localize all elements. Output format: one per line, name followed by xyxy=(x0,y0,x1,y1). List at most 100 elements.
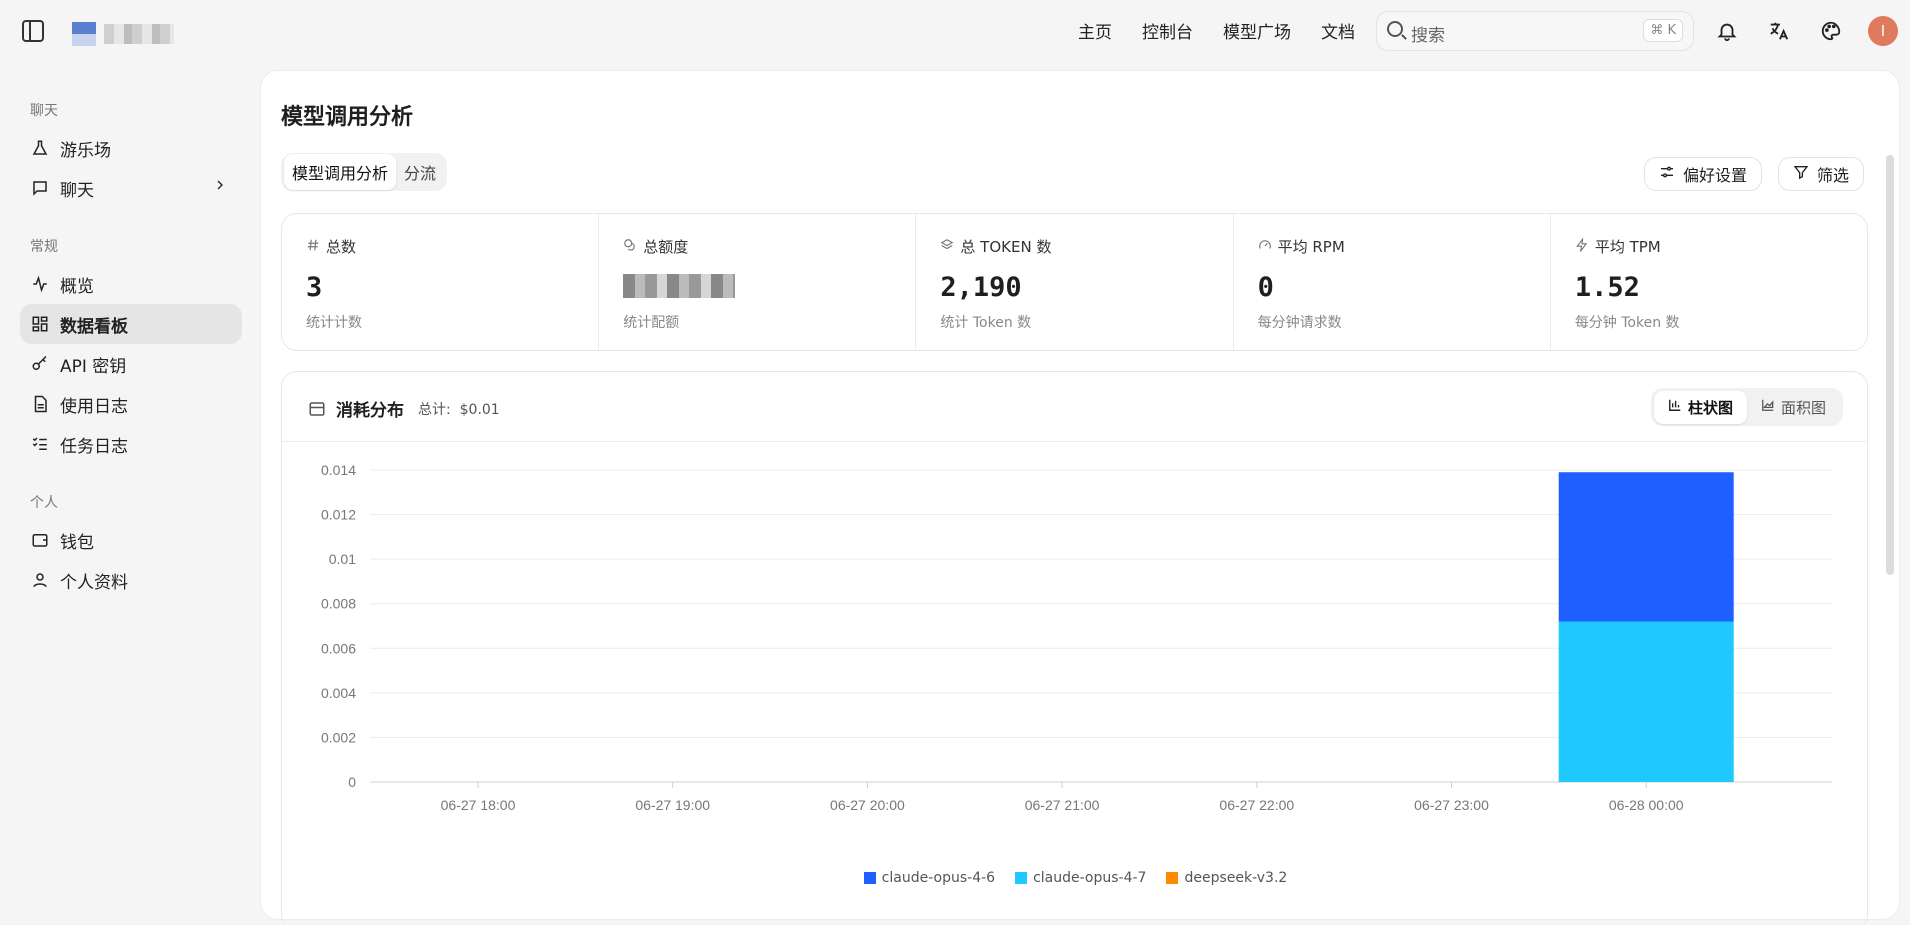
sidebar-item-label: 游乐场 xyxy=(60,140,111,161)
search-placeholder: 搜索 xyxy=(1411,26,1445,46)
sidebar-toggle-icon[interactable] xyxy=(22,20,44,42)
area-chart-label: 面积图 xyxy=(1780,398,1826,417)
legend-label: claude-opus-4-7 xyxy=(1033,870,1147,886)
nav-models[interactable]: 模型广场 xyxy=(1223,18,1291,43)
sidebar-item-api-keys[interactable]: API 密钥 xyxy=(20,344,242,384)
sidebar-item-label: 使用日志 xyxy=(60,396,128,417)
wallet-icon xyxy=(308,400,326,423)
preferences-label: 偏好设置 xyxy=(1683,166,1748,185)
wallet-icon xyxy=(30,530,50,550)
view-tabs: 模型调用分析 分流 xyxy=(281,153,448,191)
search-input[interactable]: 搜索 ⌘ K xyxy=(1376,11,1694,51)
filter-label: 筛选 xyxy=(1817,166,1850,185)
palette-icon[interactable] xyxy=(1816,16,1846,46)
sidebar-item-chat[interactable]: 聊天 xyxy=(20,168,242,208)
sidebar-section-chat: 聊天 xyxy=(30,103,58,119)
stat-sub: 每分钟请求数 xyxy=(1257,315,1342,331)
chart-total-label: 总计: xyxy=(418,402,451,418)
scrollbar[interactable] xyxy=(1886,155,1894,575)
preferences-button[interactable]: 偏好设置 xyxy=(1644,157,1763,191)
chevron-right-icon[interactable] xyxy=(212,177,228,198)
sidebar-item-label: API 密钥 xyxy=(60,356,127,377)
redacted-value xyxy=(623,274,736,298)
sidebar-item-label: 数据看板 xyxy=(60,316,128,337)
hash-icon xyxy=(306,238,320,256)
stat-total-tokens: 总 TOKEN 数 2,190 统计 Token 数 xyxy=(916,214,1234,350)
y-tick-label: 0 xyxy=(348,774,356,790)
x-tick-label: 06-28 00:00 xyxy=(1609,797,1684,813)
y-tick-label: 0.002 xyxy=(321,729,356,745)
chart-type-toggle: 柱状图 面积图 xyxy=(1650,388,1843,426)
stat-value: 2,190 xyxy=(940,272,1022,303)
sidebar-item-profile[interactable]: 个人资料 xyxy=(20,560,242,600)
legend-label: deepseek-v3.2 xyxy=(1184,870,1288,886)
legend-item[interactable]: claude-opus-4-7 xyxy=(1015,870,1146,886)
sidebar-item-playground[interactable]: 游乐场 xyxy=(20,128,242,168)
chat-bubble-icon xyxy=(30,178,50,198)
legend-item[interactable]: claude-opus-4-6 xyxy=(863,870,996,886)
tab-model-analysis[interactable]: 模型调用分析 xyxy=(284,154,397,190)
stat-total-count: 总数 3 统计计数 xyxy=(282,214,600,350)
sidebar-item-label: 概览 xyxy=(60,276,94,297)
nav-docs[interactable]: 文档 xyxy=(1321,18,1355,43)
nav-home[interactable]: 主页 xyxy=(1078,18,1112,43)
sliders-icon xyxy=(1659,164,1675,184)
filter-button[interactable]: 筛选 xyxy=(1778,157,1865,191)
sidebar-item-label: 个人资料 xyxy=(60,572,128,593)
sidebar-section-personal: 个人 xyxy=(30,495,58,511)
legend-swatch xyxy=(863,872,876,884)
x-tick-label: 06-27 23:00 xyxy=(1414,797,1489,813)
nav-console[interactable]: 控制台 xyxy=(1142,18,1193,43)
search-icon xyxy=(1387,21,1403,37)
bell-icon[interactable] xyxy=(1712,16,1742,46)
legend-label: claude-opus-4-6 xyxy=(881,870,996,886)
x-tick-label: 06-27 19:00 xyxy=(635,797,710,813)
stat-label: 总 TOKEN 数 xyxy=(960,238,1052,256)
area-chart-button[interactable]: 面积图 xyxy=(1747,391,1840,424)
y-tick-label: 0.012 xyxy=(321,507,356,523)
stat-label: 总额度 xyxy=(643,238,689,256)
bar-chart-icon xyxy=(1668,398,1682,416)
consumption-chart-card: 消耗分布 总计: $0.01 柱状图 面积图 0 0.002 0.004 0.006 0… xyxy=(281,371,1868,925)
y-tick-label: 0.008 xyxy=(321,596,356,612)
sidebar-item-usage-logs[interactable]: 使用日志 xyxy=(20,384,242,424)
legend-swatch xyxy=(1015,872,1028,884)
page-title: 模型调用分析 xyxy=(281,105,414,130)
search-shortcut: ⌘ K xyxy=(1643,19,1683,42)
chart-title: 消耗分布 xyxy=(336,401,404,421)
gauge-icon xyxy=(1258,238,1272,256)
sidebar-item-wallet[interactable]: 钱包 xyxy=(20,520,242,560)
sidebar-section-general: 常规 xyxy=(30,239,58,255)
stat-sub: 统计计数 xyxy=(306,315,362,331)
legend-item[interactable]: deepseek-v3.2 xyxy=(1166,870,1287,886)
layers-icon xyxy=(940,238,954,256)
stat-label: 总数 xyxy=(326,238,357,256)
sidebar-item-task-logs[interactable]: 任务日志 xyxy=(20,424,242,464)
chart-total-value: $0.01 xyxy=(459,402,500,418)
main-panel: 模型调用分析 模型调用分析 分流 偏好设置 筛选 总数 3 统计计数 总额度 统… xyxy=(260,70,1900,925)
logo[interactable] xyxy=(72,22,176,46)
bar-chart-label: 柱状图 xyxy=(1687,398,1733,417)
stat-avg-tpm: 平均 TPM 1.52 每分钟 Token 数 xyxy=(1551,214,1867,350)
top-nav: 主页 控制台 模型广场 文档 xyxy=(1078,18,1355,43)
legend-swatch xyxy=(1166,872,1179,884)
x-tick-label: 06-27 21:00 xyxy=(1025,797,1100,813)
grid-icon xyxy=(30,314,50,334)
chart-legend: claude-opus-4-6 claude-opus-4-7 deepseek-v… xyxy=(282,870,1869,886)
sidebar-item-overview[interactable]: 概览 xyxy=(20,264,242,304)
x-tick-label: 06-27 20:00 xyxy=(830,797,905,813)
area-chart-icon xyxy=(1761,398,1775,416)
stat-sub: 统计 Token 数 xyxy=(940,315,1032,331)
zap-icon xyxy=(1575,236,1589,256)
translate-icon[interactable] xyxy=(1764,16,1794,46)
x-tick-label: 06-27 18:00 xyxy=(441,797,516,813)
coins-icon xyxy=(623,238,637,256)
tab-split[interactable]: 分流 xyxy=(396,154,444,190)
bar-claude-opus-4-7 xyxy=(1558,621,1734,782)
flask-icon xyxy=(30,138,50,158)
bar-chart-button[interactable]: 柱状图 xyxy=(1653,390,1747,424)
avatar[interactable]: I xyxy=(1868,16,1898,46)
list-check-icon xyxy=(30,434,50,454)
bar-claude-opus-4-6 xyxy=(1558,472,1734,622)
sidebar-item-dashboard[interactable]: 数据看板 xyxy=(20,304,242,344)
